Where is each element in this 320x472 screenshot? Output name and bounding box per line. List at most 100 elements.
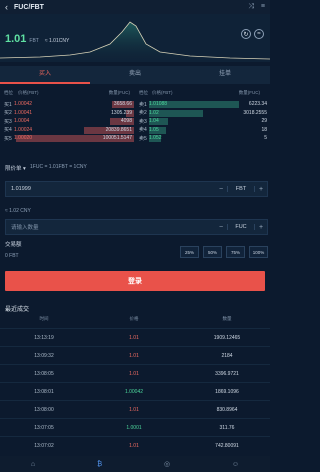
percent-75-button[interactable]: 75% (226, 246, 245, 258)
tab-buy[interactable]: 买入 (0, 66, 90, 84)
sell-level-header: 档位 (139, 90, 148, 95)
order-level: 卖5 (139, 135, 147, 142)
quantity-input[interactable]: 请输入数量 (6, 223, 215, 231)
sell-order-row[interactable]: 卖3 1.04 29 (135, 117, 270, 126)
percent-100-button[interactable]: 100% (249, 246, 268, 258)
trade-price: 1.01 (129, 352, 139, 359)
tab-orders[interactable]: 挂单 (180, 66, 270, 84)
order-price: 1.052 (149, 135, 162, 142)
order-level: 买3 (4, 118, 12, 125)
exchange-rate: 1FUC = 1.01FBT = 1CNY (30, 164, 87, 170)
assets-icon[interactable]: ◎ (164, 460, 170, 468)
trade-row: 13:08:05 1.01 3396.9721 (0, 364, 270, 382)
order-level: 卖2 (139, 110, 147, 117)
percent-buttons: 25% 50% 75% 100% (180, 246, 268, 258)
order-qty: 6223.34 (248, 101, 267, 108)
price-plus-button[interactable]: + (255, 186, 267, 193)
trade-tabs: 买入 卖出 挂单 (0, 66, 270, 84)
price-cny: ≈ 1.01CNY (44, 38, 70, 44)
trade-time: 13:07:02 (34, 442, 54, 449)
price-unit: FBT (29, 38, 39, 44)
order-qty: 20839.8651 (105, 126, 132, 133)
swap-icon[interactable]: ⤨ (248, 3, 254, 11)
order-price: 1.00042 (14, 101, 33, 108)
quantity-plus-button[interactable]: + (255, 224, 267, 231)
trade-row: 13:07:02 1.01 742.80091 (0, 436, 270, 454)
order-level: 买5 (4, 135, 12, 142)
order-price: 1.00041 (14, 109, 33, 116)
order-qty: 29 (261, 118, 267, 125)
refresh-icon[interactable]: ↻ (241, 29, 251, 39)
trade-qty: 311.76 (219, 424, 235, 431)
trade-price: 1.01 (129, 334, 139, 341)
order-qty: 4098 (120, 118, 132, 125)
order-level: 卖3 (139, 118, 147, 125)
trade-time: 13:13:19 (34, 334, 54, 341)
qty-header: 数量 (222, 316, 232, 321)
percent-50-button[interactable]: 50% (203, 246, 222, 258)
trade-qty: 2184 (221, 352, 233, 359)
buy-qty-header: 数量(FUC) (108, 90, 130, 95)
ticker: 1.01 FBT ≈ 1.01CNY (5, 33, 69, 45)
tab-sell[interactable]: 卖出 (90, 66, 180, 84)
buy-price-header: 价格(FBT) (18, 90, 39, 95)
order-level: 卖4 (139, 127, 147, 134)
login-button[interactable]: 登录 (5, 271, 265, 291)
sell-orders: 卖1 1.01088 6223.34 卖2 1.02 3018.2555 卖3 … (135, 100, 270, 143)
order-qty: 3018.2555 (243, 109, 267, 116)
percent-25-button[interactable]: 25% (180, 246, 199, 258)
buy-order-row[interactable]: 买3 1.0004 4098 (0, 117, 135, 126)
time-header: 时间 (39, 316, 49, 321)
order-price: 1.04 (149, 118, 159, 125)
menu-icon[interactable]: ≡ (261, 3, 265, 11)
quantity-minus-button[interactable]: − (215, 224, 227, 231)
price-chart: 1.01 FBT ≈ 1.01CNY ↻ ≈ (0, 14, 270, 62)
order-level: 买2 (4, 110, 12, 117)
trade-time: 13:09:32 (34, 352, 54, 359)
order-price: 1.00024 (14, 126, 33, 133)
order-price: 1.00020 (14, 135, 33, 142)
trade-time: 13:08:00 (34, 406, 54, 413)
order-qty: 5 (264, 135, 267, 142)
price-input-group: 1.01999 − FBT + (5, 181, 268, 197)
order-price: 1.0004 (14, 118, 30, 125)
recent-trades-list: 13:13:19 1.01 1909.12465 13:09:32 1.01 2… (0, 328, 270, 454)
order-qty: 18 (261, 126, 267, 133)
sell-order-row[interactable]: 卖5 1.052 5 (135, 134, 270, 143)
buy-order-row[interactable]: 买5 1.00020 100051.5147 (0, 134, 135, 143)
home-icon[interactable]: ⌂ (31, 461, 35, 468)
trade-qty: 3396.9721 (215, 370, 239, 377)
buy-order-row[interactable]: 买4 1.00024 20839.8651 (0, 126, 135, 135)
trade-icon[interactable]: ₿ (97, 461, 102, 468)
back-icon[interactable]: ‹ (5, 2, 8, 12)
sell-order-row[interactable]: 卖4 1.05 18 (135, 126, 270, 135)
trade-price: 1.00042 (124, 388, 144, 395)
pair-title: FUC/FBT (14, 3, 44, 11)
trade-price: 1.01 (129, 406, 139, 413)
order-price: 1.05 (149, 126, 159, 133)
buy-order-row[interactable]: 买1 1.00042 3658.66 (0, 100, 135, 109)
profile-icon[interactable]: ☺ (232, 461, 239, 468)
trade-price: 1.01 (129, 370, 139, 377)
wave-icon[interactable]: ≈ (254, 29, 264, 39)
trade-amount-value: 0 FBT (5, 253, 19, 259)
trade-row: 13:08:00 1.01 830.8964 (0, 400, 270, 418)
buy-order-row[interactable]: 买2 1.00041 1305.239 (0, 109, 135, 118)
order-book-header: 档位 价格(FBT) 数量(FUC) 档位 价格(FBT) 数量(FUC) (0, 88, 270, 98)
price-input[interactable]: 1.01999 (6, 186, 215, 192)
price-minus-button[interactable]: − (215, 186, 227, 193)
buy-level-header: 档位 (4, 90, 13, 95)
trade-time: 13:08:05 (34, 370, 54, 377)
order-type-select[interactable]: 限价单 ▾ (5, 164, 26, 172)
trade-qty: 830.8964 (216, 406, 238, 413)
trade-row: 13:08:01 1.00042 1869.1096 (0, 382, 270, 400)
order-level: 买1 (4, 101, 12, 108)
trade-qty: 1909.12465 (213, 334, 241, 341)
sell-order-row[interactable]: 卖2 1.02 3018.2555 (135, 109, 270, 118)
order-level: 卖1 (139, 101, 147, 108)
last-price: 1.01 (5, 33, 27, 45)
sell-order-row[interactable]: 卖1 1.01088 6223.34 (135, 100, 270, 109)
trade-row: 13:13:19 1.01 1909.12465 (0, 328, 270, 346)
order-price: 1.01088 (149, 101, 168, 108)
sell-qty-header: 数量(FUC) (238, 90, 260, 95)
